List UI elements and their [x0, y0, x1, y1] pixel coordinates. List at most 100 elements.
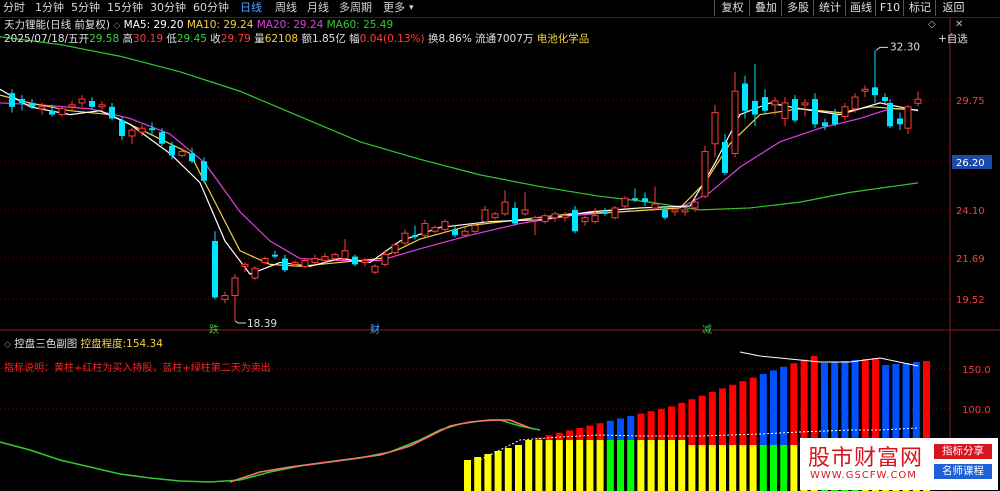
ma-toggle-icon[interactable]: ◇	[113, 21, 120, 31]
high-value: 30.19	[132, 33, 164, 45]
low-value: 29.45	[176, 33, 207, 45]
watermark-tag-course: 名师课程	[934, 464, 992, 479]
indicator-bar-top	[657, 408, 665, 440]
price-axis-label: 19.52	[956, 295, 985, 306]
indicator-bar-top	[851, 360, 859, 445]
indicator-bar-top	[708, 392, 716, 445]
candle-body-up	[331, 254, 339, 260]
kline-chart[interactable]: 29.7526.2024.1021.6919.5226.20150.0100.0…	[0, 0, 1000, 491]
candle-body-up	[711, 112, 719, 145]
candle-body-up	[771, 100, 779, 106]
indicator-top-line	[739, 351, 919, 367]
indicator-bar-top	[668, 406, 675, 440]
ma20-label: MA20: 29.24	[256, 19, 324, 31]
candle-body-up	[851, 96, 859, 110]
indicator-bar-bottom	[729, 445, 737, 491]
indicator-bar-bottom	[535, 440, 543, 491]
candle-body-down	[49, 110, 55, 115]
candle-body-down	[642, 198, 648, 203]
indicator-bar-bottom	[637, 440, 645, 491]
low-label: 低	[166, 33, 177, 45]
indicator-name[interactable]: 控盘三色副图	[14, 338, 77, 350]
industry-label[interactable]: 电池化学品	[537, 33, 590, 45]
candle-body-up	[461, 230, 469, 236]
stock-title-row: 天力锂能(日线 前复权) ◇ MA5: 29.20 MA10: 29.24 MA…	[4, 19, 393, 33]
candle-body-down	[412, 235, 418, 238]
current-price-label: 26.20	[956, 158, 985, 169]
indicator-bar	[494, 451, 502, 491]
watermark-tag-share: 指标分享	[934, 444, 992, 459]
ma60-line	[0, 36, 919, 211]
indicator-metric-value: 154.34	[126, 338, 163, 350]
indicator-bar-bottom	[780, 445, 788, 491]
candle-body-up	[261, 258, 269, 263]
high-label: 高	[122, 33, 133, 45]
add-favorite-button[interactable]: +自选	[938, 33, 968, 46]
ma20-line	[0, 102, 919, 262]
candle-body-up	[138, 127, 146, 133]
candle-body-up	[58, 108, 66, 116]
event-mark: 跌	[209, 323, 219, 336]
vol-label: 量	[254, 33, 265, 45]
watermark-logo: 股市财富网 WWW.GSCFW.COM 指标分享 名师课程	[800, 438, 998, 490]
close-icon[interactable]: ✕	[955, 18, 963, 31]
candle-body-down	[149, 128, 155, 131]
indicator-bar-top	[586, 425, 594, 440]
indicator-bar-bottom	[555, 440, 563, 491]
indicator-bar-top	[821, 363, 828, 445]
indicator-toggle-icon[interactable]: ◇	[4, 340, 11, 350]
candle-body-up	[291, 261, 299, 265]
candle-body-up	[701, 151, 709, 197]
indicator-description: 指标说明：黄柱+红柱为买入持股，蓝柱+绿柱第二天为卖出	[4, 363, 271, 374]
candle-body-up	[551, 213, 559, 219]
indicator-bar-top	[770, 370, 777, 445]
candle-body-up	[361, 259, 369, 263]
candle-body-up	[78, 98, 86, 104]
indicator-bar-bottom	[739, 445, 747, 491]
candle-body-up	[861, 88, 869, 92]
indicator-bar-bottom	[698, 445, 706, 491]
indicator-bar-top	[831, 362, 839, 445]
indicator-bar-top	[627, 416, 635, 440]
candle-body-up	[691, 201, 699, 209]
indicator-bar-top	[729, 384, 737, 445]
indicator-bar-top	[566, 430, 573, 440]
collapse-icon[interactable]: ◇	[928, 18, 936, 31]
indicator-bar-bottom	[586, 440, 594, 491]
candle-body-down	[452, 229, 458, 236]
candle-body-down	[169, 145, 175, 156]
indicator-bar-bottom	[627, 440, 635, 491]
float-label: 流通	[475, 33, 497, 45]
indicator-bar-bottom	[647, 440, 655, 491]
candle-body-up	[391, 244, 399, 254]
candle-body-down	[792, 99, 798, 121]
candle-body-down	[212, 241, 218, 298]
indicator-bar-bottom	[596, 440, 604, 491]
stock-name[interactable]: 天力锂能(日线 前复权)	[4, 19, 110, 31]
low-marker-line	[234, 320, 246, 324]
candle-body-up	[98, 104, 106, 108]
candle-body-down	[762, 97, 768, 111]
candle-body-up	[611, 207, 619, 219]
turnover-label: 换	[427, 33, 439, 45]
high-price-label: 32.30	[890, 41, 920, 53]
indicator-metric-label: 控盘程度:	[80, 338, 127, 350]
low-price-label: 18.39	[247, 318, 277, 330]
candle-body-up	[491, 213, 499, 219]
indicator-bar-top	[606, 420, 614, 440]
indicator-bar	[484, 454, 492, 491]
indicator-bar-top	[902, 363, 910, 445]
candle-body-down	[812, 99, 818, 125]
indicator-bar-top	[923, 361, 930, 445]
candle-body-up	[541, 215, 549, 223]
indicator-bar-bottom	[770, 445, 777, 491]
candle-body-down	[29, 102, 35, 107]
turnover-value: 8.86%	[438, 33, 472, 45]
indicator-bar-bottom	[749, 445, 757, 491]
candle-body-down	[109, 106, 115, 119]
price-axis-label: 29.75	[956, 96, 985, 107]
open-value: 29.58	[89, 33, 120, 45]
indicator-bar-top	[892, 364, 900, 445]
candle-body-up	[251, 267, 259, 279]
candle-body-up	[621, 197, 629, 207]
